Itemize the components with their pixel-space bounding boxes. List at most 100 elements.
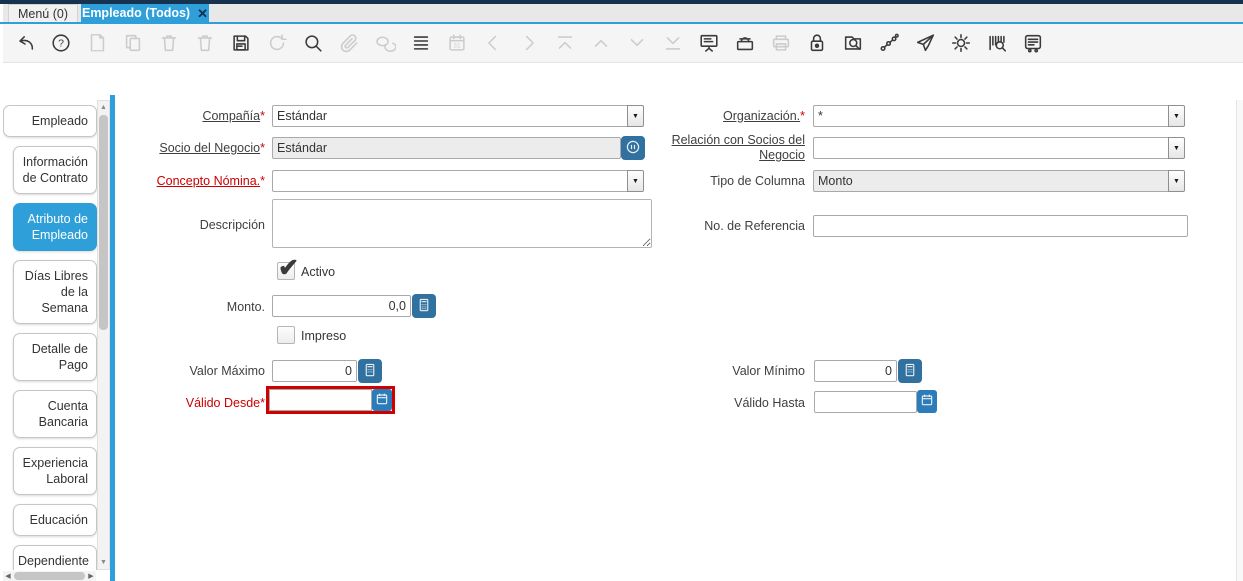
scroll-up-icon[interactable]: ▲ [98, 101, 109, 114]
previous-record-icon [482, 32, 504, 54]
toolbar-new-record-button [85, 31, 109, 55]
toolbar-report-button[interactable] [697, 31, 721, 55]
close-icon[interactable]: ✕ [197, 7, 208, 20]
scroll-right-icon[interactable]: ▶ [86, 571, 96, 581]
tipo-columna-input[interactable] [813, 170, 1168, 192]
svg-text:31: 31 [453, 43, 461, 50]
scroll-down-icon[interactable]: ▼ [98, 556, 109, 569]
toolbar-preferences-button[interactable] [949, 31, 973, 55]
last-record-icon [662, 32, 684, 54]
bpartner-info-button[interactable] [621, 136, 645, 160]
sidebar-tab-educacion[interactable]: Educación [13, 504, 97, 536]
toolbar-workflow-button[interactable] [877, 31, 901, 55]
toolbar-zoom-across-button[interactable] [841, 31, 865, 55]
preferences-icon [950, 32, 972, 54]
organizacion-input[interactable] [813, 105, 1168, 127]
toolbar-archive-button[interactable] [733, 31, 757, 55]
app-window: Menú (0) Empleado (Todos) ✕ ? 31 Empleado… [0, 0, 1243, 581]
tab-menu[interactable]: Menú (0) [8, 4, 78, 22]
delete-selection-icon [194, 32, 216, 54]
compania-input[interactable] [272, 105, 627, 127]
tab-empleado-label: Empleado (Todos) [81, 6, 191, 20]
relacion-label: Relación con Socios del Negocio [671, 133, 805, 162]
valido-hasta-input[interactable] [814, 391, 917, 413]
send-mail-icon [914, 32, 936, 54]
impreso-checkbox[interactable]: ✔ [277, 326, 295, 344]
first-record-icon [554, 32, 576, 54]
sidebar-tab-cuenta-bancaria[interactable]: Cuenta Bancaria [13, 390, 97, 438]
chevron-down-icon[interactable]: ▼ [1168, 137, 1185, 159]
valido-hasta-label: Válido Hasta [734, 396, 805, 410]
toolbar-last-record-button [661, 31, 685, 55]
lock-icon [806, 32, 828, 54]
valido-desde-input[interactable] [269, 389, 372, 411]
tipo-columna-combo: ▼ [813, 170, 1185, 192]
chevron-down-icon[interactable]: ▼ [1168, 170, 1185, 192]
valor-minimo-calculator-button[interactable] [898, 359, 922, 383]
sidebar-horizontal-scrollbar[interactable]: ◀ ▶ [3, 571, 96, 581]
toolbar-refresh-button [265, 31, 289, 55]
toolbar-undo-button[interactable] [13, 31, 37, 55]
report-icon [698, 32, 720, 54]
check-icon: ✔ [278, 254, 299, 282]
socio-input[interactable] [272, 137, 621, 159]
activo-checkbox[interactable]: ✔ [277, 254, 299, 282]
no-referencia-label: No. de Referencia [704, 219, 805, 233]
sidebar-tab-informacion-de-contrato[interactable]: Información de Contrato [13, 146, 97, 194]
sidebar-vertical-scrollbar[interactable]: ▲ ▼ [97, 100, 110, 570]
valor-maximo-label: Valor Máximo [189, 364, 265, 378]
organizacion-label: Organización.* [723, 109, 805, 123]
toolbar-next-record-button [517, 31, 541, 55]
sidebar-splitter[interactable] [110, 95, 115, 581]
toolbar-lock-button[interactable] [805, 31, 829, 55]
valido-hasta-calendar-button[interactable] [917, 390, 937, 413]
toolbar-save-button[interactable] [229, 31, 253, 55]
toolbar-copy-record-button [121, 31, 145, 55]
scroll-left-icon[interactable]: ◀ [3, 571, 13, 581]
concepto-input[interactable] [272, 170, 627, 192]
valor-maximo-input[interactable] [272, 360, 357, 382]
compania-label: Compañía* [202, 109, 265, 123]
sidebar-tab-detalle-de-pago[interactable]: Detalle de Pago [13, 333, 97, 381]
relacion-input[interactable] [813, 137, 1168, 159]
descripcion-textarea[interactable] [272, 199, 652, 248]
calculator-icon [415, 296, 433, 317]
chevron-down-icon[interactable]: ▼ [1168, 105, 1185, 127]
sidebar-tab-experiencia-laboral[interactable]: Experiencia Laboral [13, 447, 97, 495]
toolbar-send-mail-button[interactable] [913, 31, 937, 55]
tipo-columna-label: Tipo de Columna [710, 174, 805, 188]
content-scrollbar-track[interactable] [1236, 100, 1243, 581]
copy-record-icon [122, 32, 144, 54]
toolbar-help-button[interactable]: ? [49, 31, 73, 55]
sidebar-tab-atributo-de-empleado[interactable]: Atributo de Empleado [13, 203, 97, 251]
valido-desde-calendar-button[interactable] [372, 389, 392, 411]
calendar-icon: 31 [446, 32, 468, 54]
valor-minimo-input[interactable] [814, 360, 897, 382]
sidebar-tab-empleado[interactable]: Empleado [3, 105, 97, 137]
monto-input[interactable] [272, 295, 411, 317]
sidebar-tab-dias-libres-de-la-semana[interactable]: Días Libres de la Semana [13, 260, 97, 324]
relacion-combo: ▼ [813, 137, 1185, 159]
log-icon [1022, 32, 1044, 54]
socio-label: Socio del Negocio* [159, 141, 265, 155]
bpartner-info-icon [624, 138, 642, 159]
toolbar-grid-toggle-button[interactable] [409, 31, 433, 55]
toolbar-chat-button [373, 31, 397, 55]
toolbar-print-button [769, 31, 793, 55]
refresh-icon [266, 32, 288, 54]
no-referencia-input[interactable] [813, 215, 1188, 237]
toolbar-find-button[interactable] [301, 31, 325, 55]
monto-calculator-button[interactable] [412, 294, 436, 318]
find-icon [302, 32, 324, 54]
toolbar-product-info-button[interactable] [985, 31, 1009, 55]
toolbar-log-button[interactable] [1021, 31, 1045, 55]
sidebar-hscrollbar-thumb[interactable] [14, 572, 85, 580]
tab-empleado-todos[interactable]: Empleado (Todos) ✕ [81, 4, 209, 22]
sidebar-scrollbar-thumb[interactable] [99, 115, 108, 330]
save-icon [230, 32, 252, 54]
organizacion-combo: ▼ [813, 105, 1185, 127]
sidebar-tab-dependiente[interactable]: Dependiente [13, 545, 97, 570]
toolbar-parent-record-button [589, 31, 613, 55]
valor-maximo-calculator-button[interactable] [358, 359, 382, 383]
sidebar-tab-list: Empleado Información de Contrato Atributo … [3, 105, 97, 570]
